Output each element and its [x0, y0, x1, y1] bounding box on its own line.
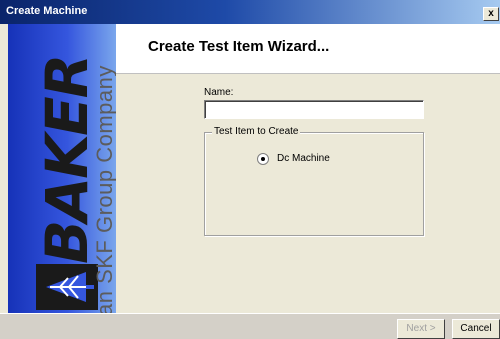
radio-label-dc-machine: Dc Machine	[277, 153, 330, 164]
brand-tagline: an SKF Group Company	[92, 65, 116, 313]
button-bar: Next > Cancel	[0, 313, 500, 339]
radio-button[interactable]	[257, 153, 269, 165]
baker-logo: BAKER	[33, 56, 101, 310]
brand-panel: BAKER an SKF Group Company	[8, 24, 116, 313]
name-label: Name:	[204, 87, 234, 98]
close-button[interactable]: x	[483, 7, 499, 21]
title-bar[interactable]: Create Machine x	[0, 0, 500, 24]
create-machine-window: Create Machine x BAKER an SKF Group Comp…	[0, 0, 500, 339]
wizard-title: Create Test Item Wizard...	[148, 38, 330, 55]
radio-selected-dot	[261, 157, 265, 161]
pine-tree-icon	[36, 264, 98, 310]
wizard-content: Name: Test Item to Create Dc Machine	[116, 75, 500, 313]
name-input[interactable]	[204, 100, 424, 119]
close-icon: x	[488, 8, 494, 19]
test-item-groupbox: Test Item to Create Dc Machine	[204, 126, 424, 236]
wizard-header: Create Test Item Wizard...	[116, 24, 500, 74]
groupbox-title: Test Item to Create	[212, 126, 301, 137]
next-button[interactable]: Next >	[397, 319, 445, 339]
brand-wordmark: BAKER	[33, 55, 101, 264]
cancel-button[interactable]: Cancel	[452, 319, 500, 339]
window-title: Create Machine	[6, 5, 88, 17]
